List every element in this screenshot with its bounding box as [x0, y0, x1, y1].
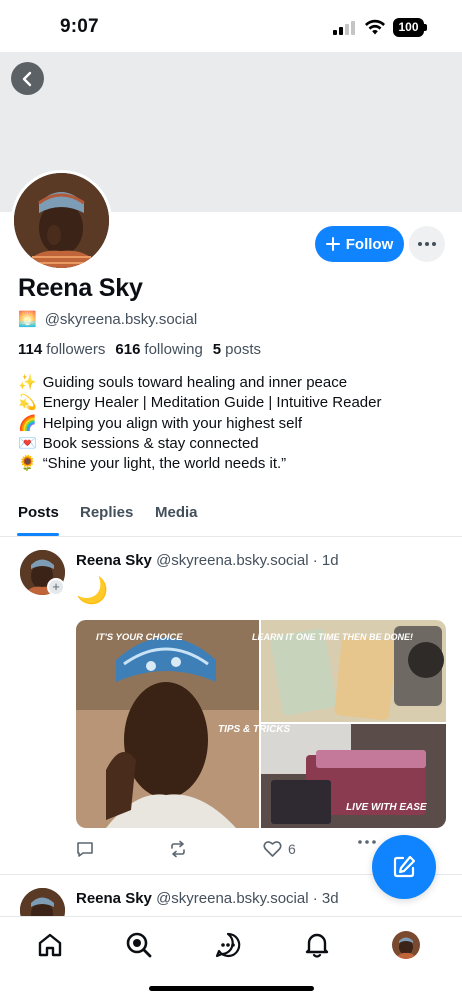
bio-line: 🌈 Helping you align with your highest sel… [18, 414, 303, 432]
following-count: 616 [115, 341, 141, 358]
sunrise-emoji: 🌅 [18, 311, 37, 328]
post-author-handle[interactable]: @skyreena.bsky.social [156, 890, 309, 907]
profile-bio: ✨ Guiding souls toward healing and inner … [18, 373, 382, 474]
post-actions: 6 [76, 840, 386, 860]
collage-text-top-right: LEARN IT ONE TIME THEN BE DONE! [252, 632, 413, 642]
like-count: 6 [288, 841, 296, 857]
home-icon[interactable] [36, 931, 64, 959]
following-link[interactable]: 616 following [115, 341, 202, 358]
posts-count: 5 [212, 341, 222, 358]
post-more-button[interactable] [358, 840, 376, 844]
chevron-left-icon [22, 71, 31, 86]
posts-stat: 5 posts [213, 341, 261, 358]
battery-level: 100 [393, 18, 424, 37]
follow-button[interactable]: Follow [315, 226, 404, 262]
tab-media[interactable]: Media [155, 504, 198, 521]
post-author-name[interactable]: Reena Sky [76, 890, 152, 907]
follow-badge-icon[interactable]: + [47, 578, 65, 596]
back-button[interactable] [11, 62, 44, 95]
active-tab-indicator [17, 533, 59, 536]
post-timestamp: · 1d [312, 552, 339, 569]
tab-posts[interactable]: Posts [18, 504, 59, 521]
profile-tabs: Posts Replies Media [0, 496, 462, 537]
collage-text-middle: TIPS & TRICKS [218, 724, 291, 735]
search-icon[interactable] [125, 931, 153, 959]
following-label: following [144, 341, 203, 358]
bio-line: 💌 Book sessions & stay connected [18, 434, 259, 452]
post-header: Reena Sky @skyreena.bsky.social · 1d [76, 552, 339, 569]
post-image-collage[interactable]: IT'S YOUR CHOICE LEARN IT ONE TIME THEN … [76, 620, 446, 828]
wifi-icon [365, 19, 385, 35]
compose-icon [393, 855, 416, 878]
post-timestamp: · 3d [312, 890, 339, 907]
followers-count: 114 [18, 341, 43, 358]
collage-text-bottom-right: LIVE WITH EASE [346, 802, 427, 813]
post-author-name[interactable]: Reena Sky [76, 552, 152, 569]
posts-label: posts [225, 341, 261, 358]
profile-nav-avatar[interactable] [392, 931, 420, 959]
handle-row: 🌅 @skyreena.bsky.social [18, 310, 198, 329]
heart-icon [263, 841, 282, 857]
profile-stats: 114 followers 616 following 5 posts [18, 341, 265, 358]
compose-post-button[interactable] [372, 835, 436, 899]
plus-icon [325, 237, 340, 251]
status-time: 9:07 [60, 16, 99, 37]
status-bar: 9:07 100 [0, 0, 462, 52]
repost-icon [171, 840, 185, 858]
follow-label: Follow [345, 235, 394, 253]
chat-icon[interactable] [214, 931, 242, 959]
post-header: Reena Sky @skyreena.bsky.social · 3d [76, 890, 339, 907]
comment-icon [77, 842, 93, 857]
bio-line: 🌻 “Shine your light, the world needs it.” [18, 455, 287, 473]
post-text: 🌙 [76, 575, 109, 605]
like-button[interactable]: 6 [263, 840, 296, 858]
home-indicator [149, 986, 314, 991]
reply-button[interactable] [76, 840, 94, 858]
more-options-button[interactable] [409, 226, 445, 262]
repost-button[interactable] [169, 840, 187, 858]
followers-link[interactable]: 114 followers [18, 341, 105, 358]
profile-avatar[interactable] [11, 170, 112, 271]
bio-line: 💫 Energy Healer | Meditation Guide | Intu… [18, 394, 382, 412]
cellular-signal-icon [333, 21, 355, 35]
display-name: Reena Sky [18, 274, 143, 302]
ellipsis-icon [418, 242, 436, 246]
collage-text-top-left: IT'S YOUR CHOICE [96, 632, 183, 643]
bell-icon[interactable] [303, 931, 331, 959]
post-author-handle[interactable]: @skyreena.bsky.social [156, 552, 309, 569]
profile-handle: @skyreena.bsky.social [44, 310, 198, 328]
ellipsis-icon [358, 840, 376, 844]
followers-label: followers [46, 341, 106, 358]
battery-icon: 100 [393, 18, 427, 37]
tab-replies[interactable]: Replies [80, 504, 133, 521]
bio-line: ✨ Guiding souls toward healing and inner … [18, 374, 348, 391]
